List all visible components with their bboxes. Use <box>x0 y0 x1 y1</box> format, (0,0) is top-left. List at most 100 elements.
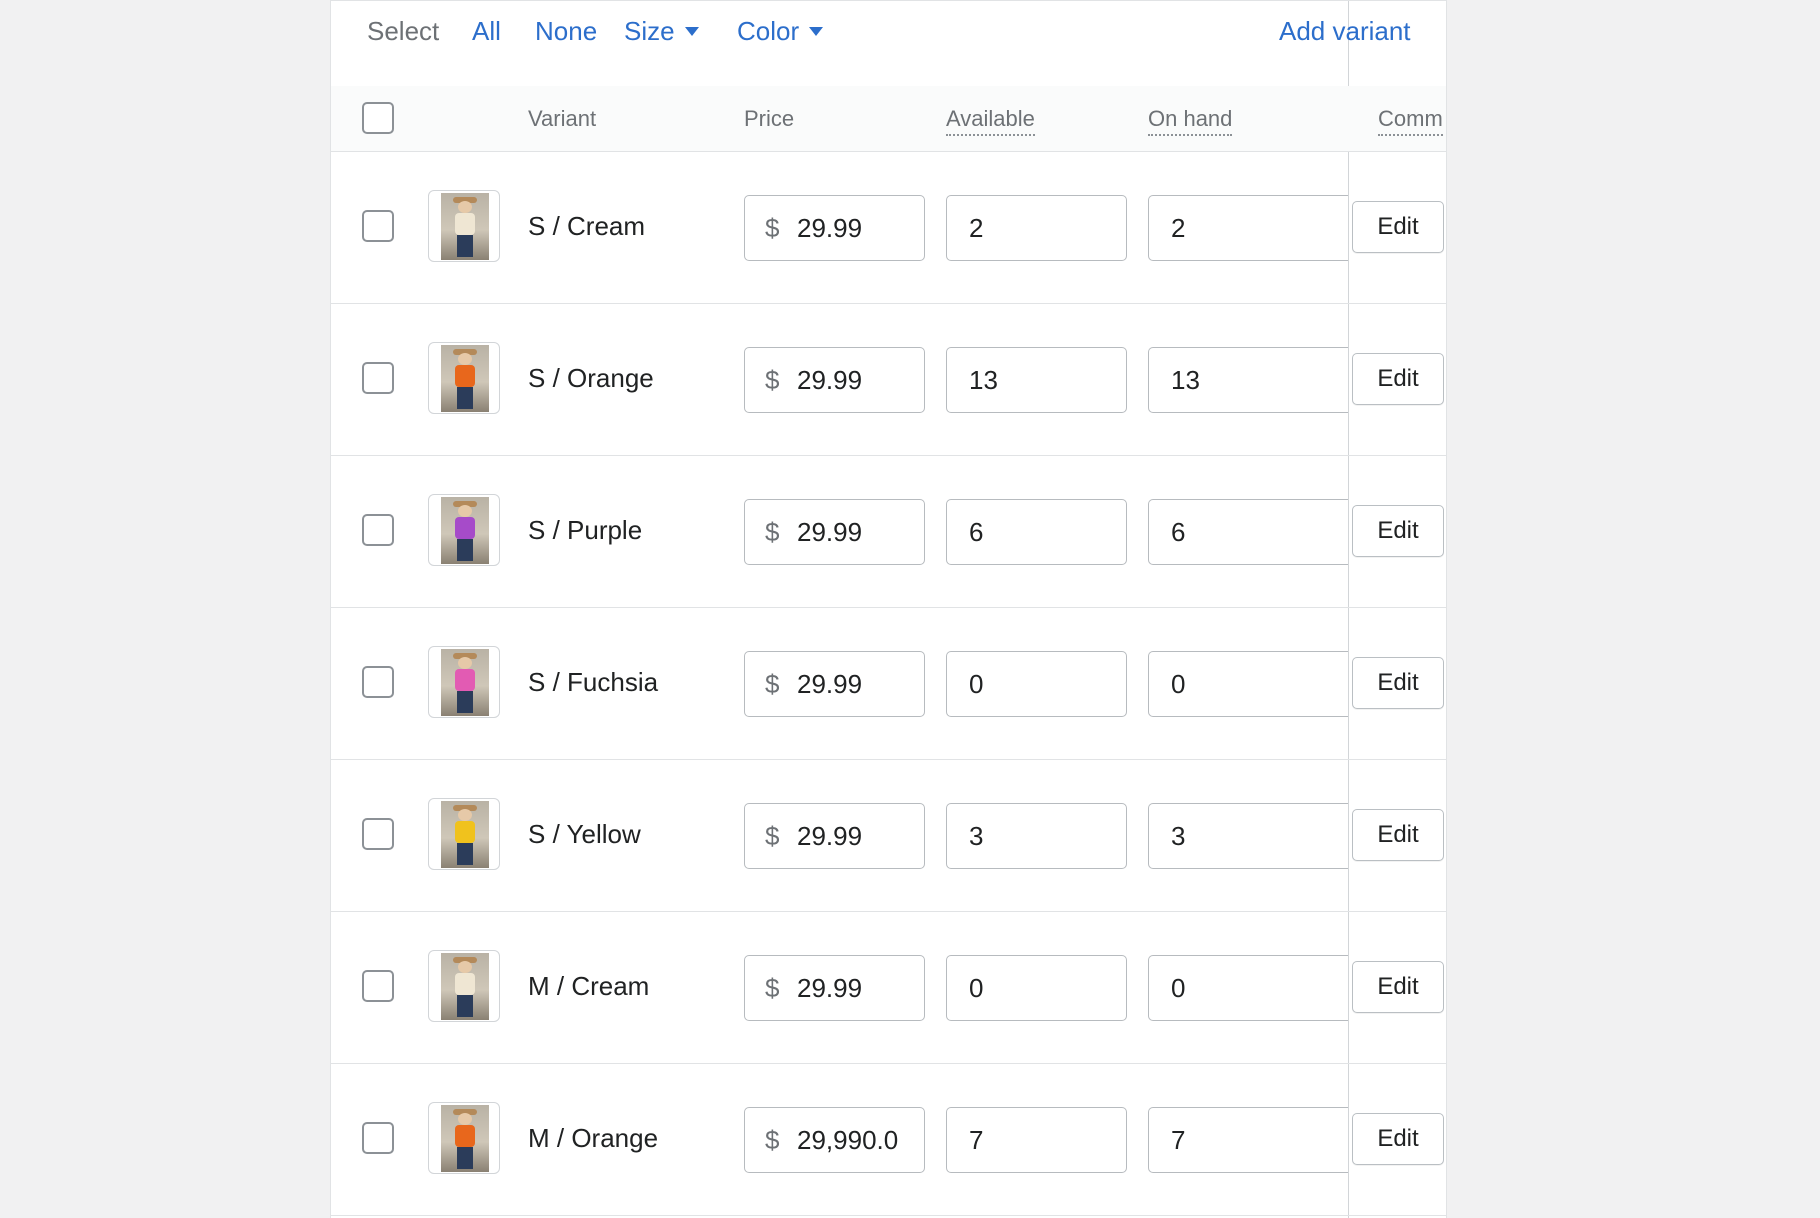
row-select-checkbox[interactable] <box>362 362 394 394</box>
edit-button[interactable]: Edit <box>1352 505 1444 557</box>
edit-button[interactable]: Edit <box>1352 1113 1444 1165</box>
edit-button[interactable]: Edit <box>1352 961 1444 1013</box>
currency-symbol: $ <box>765 213 780 243</box>
variant-name[interactable]: S / Orange <box>528 362 654 394</box>
photo-pants <box>457 387 473 409</box>
variant-thumbnail[interactable] <box>428 494 500 566</box>
row-select-checkbox[interactable] <box>362 818 394 850</box>
price-input[interactable]: $29.99 <box>744 347 925 413</box>
on-hand-input[interactable]: 3 <box>1148 803 1348 869</box>
variant-thumbnail[interactable] <box>428 798 500 870</box>
edit-button[interactable]: Edit <box>1352 657 1444 709</box>
available-value: 7 <box>969 1125 984 1155</box>
variant-name[interactable]: S / Cream <box>528 210 645 242</box>
table-row: S / Purple $29.99 6 6 Edit <box>331 456 1446 608</box>
column-header-committed[interactable]: Comm <box>1378 105 1443 136</box>
available-value: 2 <box>969 213 984 243</box>
variant-name[interactable]: S / Purple <box>528 514 642 546</box>
available-value: 13 <box>969 365 998 395</box>
edit-button[interactable]: Edit <box>1352 201 1444 253</box>
variants-card: Select All None Size Color Add variant V… <box>330 0 1447 1218</box>
row-select-checkbox[interactable] <box>362 666 394 698</box>
variant-name[interactable]: M / Cream <box>528 970 649 1002</box>
price-input[interactable]: $29.99 <box>744 651 925 717</box>
bulk-select-toolbar: Select All None Size Color Add variant <box>331 0 1446 86</box>
available-input[interactable]: 0 <box>946 955 1127 1021</box>
photo-shirt <box>455 365 475 387</box>
column-header-on-hand[interactable]: On hand <box>1148 105 1233 136</box>
table-row: S / Fuchsia $29.99 0 0 Edit <box>331 608 1446 760</box>
variant-name[interactable]: S / Fuchsia <box>528 666 658 698</box>
photo-head <box>458 353 472 365</box>
on-hand-input[interactable]: 6 <box>1148 499 1348 565</box>
on-hand-input[interactable]: 7 <box>1148 1107 1348 1173</box>
row-select-checkbox[interactable] <box>362 210 394 242</box>
price-input[interactable]: $29.99 <box>744 195 925 261</box>
on-hand-input[interactable]: 0 <box>1148 955 1348 1021</box>
variant-thumbnail[interactable] <box>428 190 500 262</box>
on-hand-value: 13 <box>1171 365 1200 395</box>
price-input[interactable]: $29,990.0 <box>744 1107 925 1173</box>
row-select-checkbox[interactable] <box>362 1122 394 1154</box>
select-none-link[interactable]: None <box>535 15 597 47</box>
on-hand-input[interactable]: 13 <box>1148 347 1348 413</box>
row-select-checkbox[interactable] <box>362 514 394 546</box>
photo-shirt <box>455 821 475 843</box>
available-value: 3 <box>969 821 984 851</box>
select-all-checkbox[interactable] <box>362 102 394 134</box>
add-variant-link[interactable]: Add variant <box>1279 15 1411 47</box>
table-row: S / Cream $29.99 2 2 Edit <box>331 152 1446 304</box>
available-input[interactable]: 7 <box>946 1107 1127 1173</box>
available-input[interactable]: 3 <box>946 803 1127 869</box>
photo-pants <box>457 1147 473 1169</box>
select-label: Select <box>367 16 440 46</box>
photo-head <box>458 201 472 213</box>
on-hand-input[interactable]: 0 <box>1148 651 1348 717</box>
photo-shirt <box>455 973 475 995</box>
table-header: Variant Price Available On hand Comm <box>331 86 1446 152</box>
photo-head <box>458 1113 472 1125</box>
table-row: S / Orange $29.99 13 13 Edit <box>331 304 1446 456</box>
variant-name[interactable]: S / Yellow <box>528 818 641 850</box>
currency-symbol: $ <box>765 669 780 699</box>
photo-pants <box>457 235 473 257</box>
currency-symbol: $ <box>765 1125 780 1155</box>
photo-shirt <box>455 517 475 539</box>
photo-pants <box>457 843 473 865</box>
table-row: M / Orange $29,990.0 7 7 Edit <box>331 1064 1446 1216</box>
color-filter-dropdown[interactable]: Color <box>737 15 824 47</box>
price-value: 29,990.0 <box>797 1125 899 1155</box>
available-input[interactable]: 6 <box>946 499 1127 565</box>
price-input[interactable]: $29.99 <box>744 803 925 869</box>
on-hand-value: 0 <box>1171 973 1186 1003</box>
available-input[interactable]: 13 <box>946 347 1127 413</box>
variant-name[interactable]: M / Orange <box>528 1122 658 1154</box>
currency-symbol: $ <box>765 973 780 1003</box>
edit-button[interactable]: Edit <box>1352 809 1444 861</box>
price-input[interactable]: $29.99 <box>744 955 925 1021</box>
price-value: 29.99 <box>797 821 863 851</box>
on-hand-input[interactable]: 2 <box>1148 195 1348 261</box>
column-header-available[interactable]: Available <box>946 105 1035 136</box>
select-all-link[interactable]: All <box>472 15 501 47</box>
price-value: 29.99 <box>797 213 863 243</box>
row-select-checkbox[interactable] <box>362 970 394 1002</box>
variant-thumbnail[interactable] <box>428 1102 500 1174</box>
photo-pants <box>457 539 473 561</box>
currency-symbol: $ <box>765 517 780 547</box>
price-input[interactable]: $29.99 <box>744 499 925 565</box>
edit-button[interactable]: Edit <box>1352 353 1444 405</box>
size-filter-label: Size <box>624 16 675 46</box>
available-value: 0 <box>969 973 984 1003</box>
photo-head <box>458 657 472 669</box>
available-input[interactable]: 2 <box>946 195 1127 261</box>
available-input[interactable]: 0 <box>946 651 1127 717</box>
variant-thumbnail[interactable] <box>428 646 500 718</box>
size-filter-dropdown[interactable]: Size <box>624 15 699 47</box>
color-filter-label: Color <box>737 16 800 46</box>
variant-thumbnail[interactable] <box>428 342 500 414</box>
photo-pants <box>457 995 473 1017</box>
photo-shirt <box>455 1125 475 1147</box>
on-hand-value: 6 <box>1171 517 1186 547</box>
variant-thumbnail[interactable] <box>428 950 500 1022</box>
